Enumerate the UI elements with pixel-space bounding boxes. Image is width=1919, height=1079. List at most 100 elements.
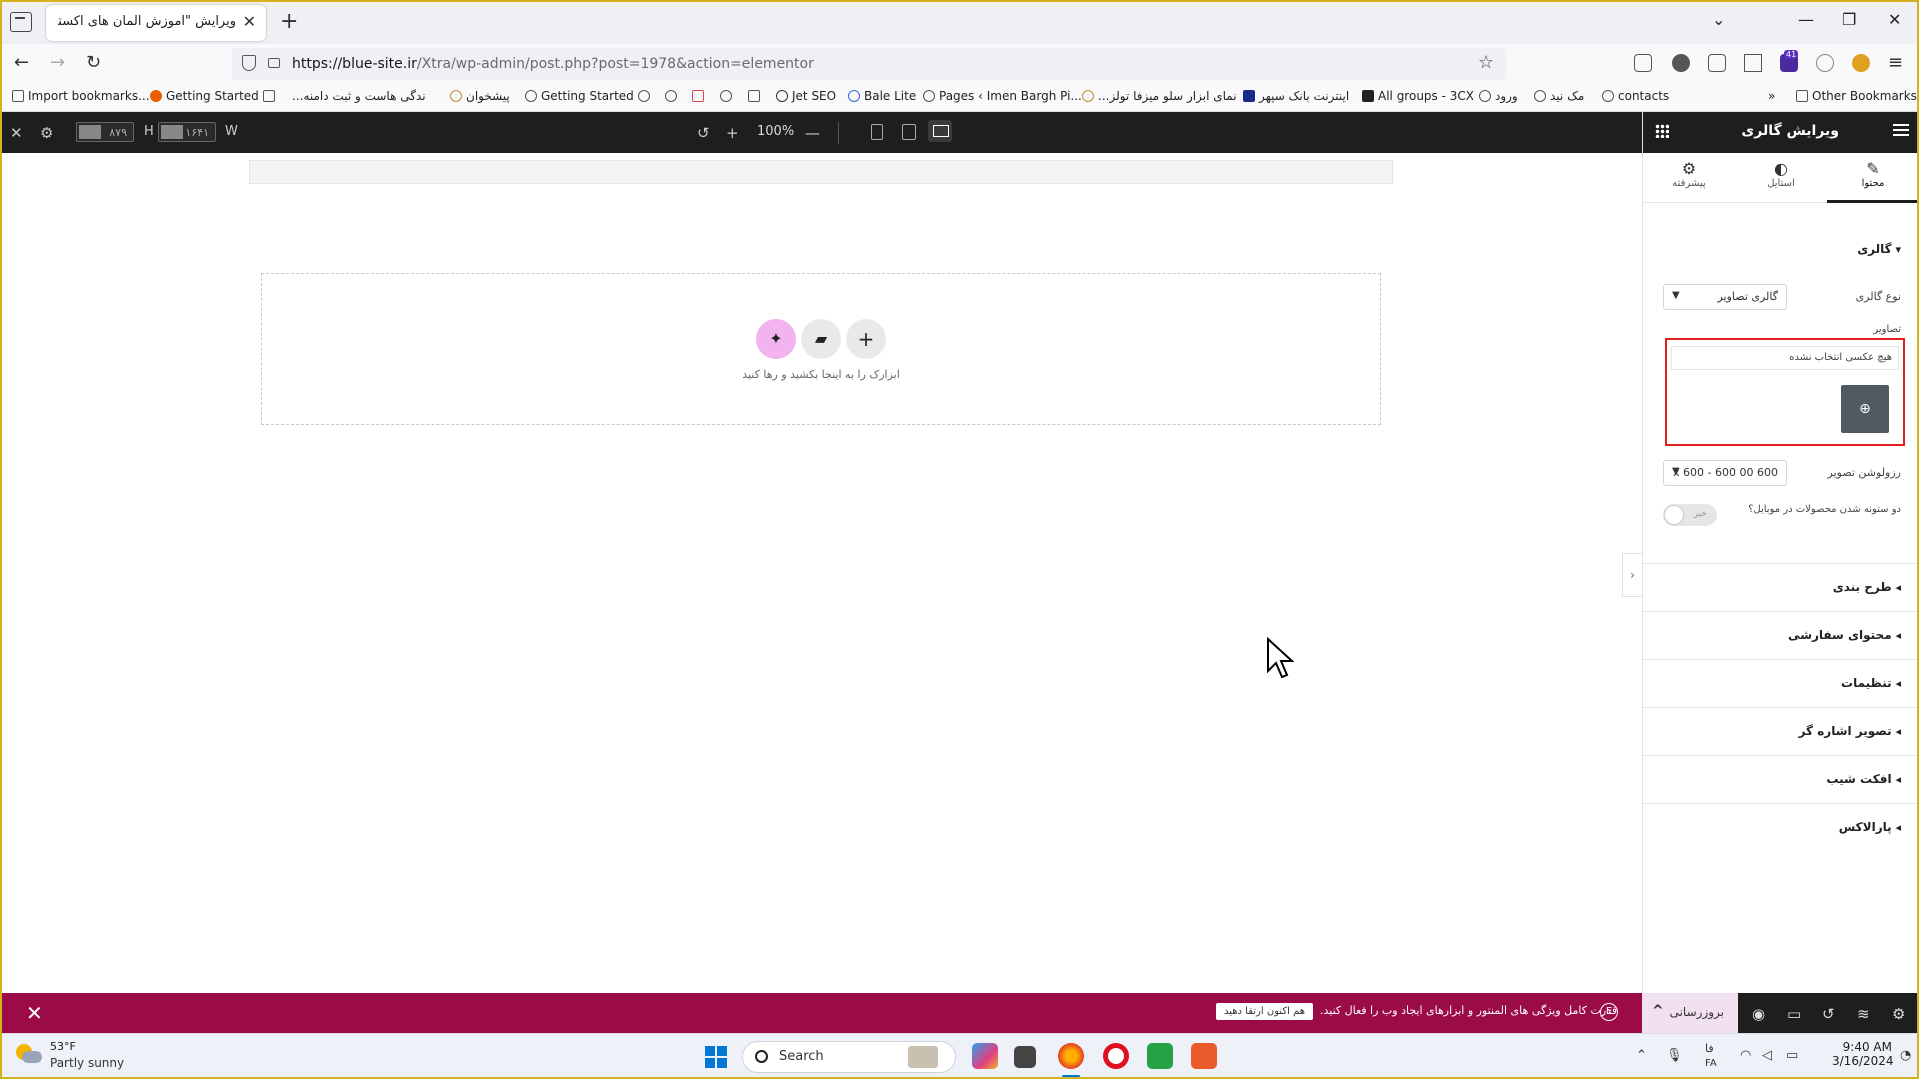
url-text[interactable]: https://blue-site.ir/Xtra/wp-admin/post.… (292, 56, 814, 72)
settings-gear-icon[interactable]: ⚙ (40, 124, 53, 142)
add-section-icon[interactable]: + (846, 319, 886, 359)
lock-icon[interactable] (268, 58, 280, 68)
camtasia-green-icon[interactable] (1147, 1043, 1173, 1069)
wifi-icon[interactable]: ◠ (1740, 1048, 1751, 1063)
accordion-layout[interactable]: طرح بندی (1643, 563, 1919, 611)
bookmark-item[interactable]: contacts (1602, 89, 1669, 103)
bookmark-item[interactable] (263, 89, 279, 103)
bookmark-item[interactable] (720, 89, 736, 103)
bookmark-item[interactable] (638, 89, 654, 103)
accordion-tilt-effect[interactable]: افکت شیب (1643, 755, 1919, 803)
bookmark-item[interactable]: اینترنت بانک سپهر (1243, 89, 1349, 103)
bookmark-item[interactable]: Pages ‹ Imen Bargh Pi... (923, 89, 1082, 103)
other-bookmarks[interactable]: Other Bookmarks (1796, 89, 1917, 103)
pocket-icon[interactable] (1634, 54, 1652, 72)
start-windows-icon[interactable] (705, 1046, 727, 1068)
promo-close-icon[interactable]: ✕ (26, 1001, 43, 1025)
tab-content[interactable]: ✎ محتوا (1827, 153, 1919, 203)
volume-icon[interactable]: ◁ (1762, 1048, 1772, 1063)
bookmark-item[interactable]: Getting Started (150, 89, 259, 103)
upgrade-now-button[interactable]: هم اکنون ارتقا دهید (1216, 1003, 1314, 1020)
search-highlight-icon[interactable] (908, 1046, 938, 1068)
mobile-device-icon[interactable] (871, 124, 883, 140)
bookmark-item[interactable] (748, 89, 764, 103)
mobile-columns-switch[interactable]: خیر (1663, 504, 1717, 526)
notifications-icon[interactable]: ◔ (1900, 1048, 1911, 1063)
close-window-icon[interactable]: ✕ (1888, 10, 1901, 29)
crop-icon[interactable] (1744, 54, 1762, 72)
bookmarks-overflow-icon[interactable]: » (1768, 89, 1775, 103)
weather-icon[interactable] (16, 1044, 42, 1064)
bookmark-item[interactable]: Import bookmarks... (12, 89, 150, 103)
bookmark-item[interactable]: All groups - 3CX (1362, 89, 1474, 103)
accordion-pointer-image[interactable]: تصویر اشاره گر (1643, 707, 1919, 755)
opera-icon[interactable] (1103, 1043, 1129, 1069)
browser-tab-active[interactable]: ویرایش "آموزش المان های اکسترا – ما ✕ (46, 5, 266, 41)
gear-ext-icon[interactable] (1852, 54, 1870, 72)
new-tab-icon[interactable]: + (280, 9, 298, 34)
firefox-taskbar-icon[interactable] (1058, 1043, 1084, 1069)
system-clock[interactable]: 9:40 AM 3/16/2024 (1832, 1040, 1894, 1068)
template-folder-icon[interactable]: ▰ (801, 319, 841, 359)
microphone-icon[interactable]: 🎙 (1666, 1048, 1683, 1063)
preview-eye-icon[interactable]: ◉ (1752, 1005, 1765, 1023)
navigator-layers-icon[interactable]: ≋ (1857, 1005, 1870, 1023)
copilot-icon[interactable] (972, 1043, 998, 1069)
input-language-bottom[interactable]: FA (1705, 1058, 1717, 1069)
input-language-top[interactable]: فا (1705, 1042, 1714, 1055)
bookmark-item[interactable]: ...نمای ابزار سلو میزفا تولز (1082, 89, 1237, 103)
camtasia-orange-icon[interactable] (1191, 1043, 1217, 1069)
bookmark-item[interactable]: Getting Started (525, 89, 634, 103)
tab-advanced[interactable]: ⚙ پیشرفته (1643, 153, 1735, 203)
history-icon[interactable]: ↺ (1822, 1005, 1835, 1023)
panel-menu-icon[interactable] (1893, 124, 1909, 136)
ai-sparkle-icon[interactable]: ✦ (756, 319, 796, 359)
panel-collapse-chevron-icon[interactable]: › (1622, 553, 1642, 597)
tab-overflow-chevron-icon[interactable]: ⌄ (1712, 10, 1725, 29)
reset-zoom-icon[interactable]: ↺ (697, 124, 710, 142)
responsive-icon[interactable]: ▭ (1787, 1005, 1801, 1023)
tablet-device-icon[interactable] (902, 124, 916, 140)
bookmark-item[interactable]: ...ندگی هاست و ثبت دامنه (292, 89, 426, 103)
tab-list-icon[interactable] (10, 12, 32, 32)
tab-style[interactable]: ◐ استایل (1735, 153, 1827, 203)
accordion-parallax[interactable]: پارالاکس (1643, 803, 1919, 851)
minimize-icon[interactable]: — (1798, 10, 1814, 29)
app-menu-icon[interactable]: ≡ (1888, 52, 1903, 73)
bookmark-item[interactable]: پیشخوان (450, 89, 510, 103)
bookmark-item[interactable] (692, 89, 708, 103)
extensions-icon[interactable] (1708, 54, 1726, 72)
file-explorer-icon[interactable] (1014, 1046, 1036, 1068)
reload-icon[interactable]: ↻ (86, 52, 101, 73)
zoom-out-icon[interactable]: — (805, 124, 820, 142)
width-input[interactable]: ۱۶۴۱ (158, 122, 216, 142)
canvas-header-section[interactable] (249, 160, 1393, 184)
widgets-grid-icon[interactable] (1655, 124, 1669, 138)
forward-icon[interactable]: → (50, 52, 65, 73)
bookmark-item[interactable]: Jet SEO (776, 89, 836, 103)
accordion-custom-content[interactable]: محتوای سفارشی (1643, 611, 1919, 659)
bookmark-item[interactable] (665, 89, 681, 103)
height-input[interactable]: ۸۷۹ (76, 122, 134, 142)
section-gallery-toggle[interactable]: گالری (1857, 242, 1901, 256)
bookmark-item[interactable]: مک نید (1534, 89, 1584, 103)
add-images-button[interactable]: ⊕ (1841, 385, 1889, 433)
widget-drop-zone[interactable]: ✦ ▰ + ابزارک را به اینجا بکشید و رها کنی… (261, 273, 1381, 425)
tracking-shield-icon[interactable] (242, 55, 256, 71)
account-icon[interactable] (1672, 54, 1690, 72)
restore-icon[interactable]: ❐ (1842, 10, 1856, 29)
update-button[interactable]: بروزرسانی (1642, 993, 1738, 1033)
resolution-select[interactable]: 600 x 600 - 600 00 ▼ (1663, 460, 1787, 486)
tray-overflow-icon[interactable]: ⌃ (1636, 1048, 1647, 1063)
bookmark-item[interactable]: Bale Lite (848, 89, 916, 103)
address-bar[interactable]: https://blue-site.ir/Xtra/wp-admin/post.… (232, 48, 1506, 80)
vpn-icon[interactable] (1816, 54, 1834, 72)
bookmark-star-icon[interactable]: ☆ (1478, 52, 1494, 73)
tab-close-icon[interactable]: ✕ (243, 12, 256, 31)
desktop-device-icon[interactable] (928, 120, 952, 142)
bookmark-item[interactable]: ورود (1479, 89, 1518, 103)
back-icon[interactable]: ← (14, 52, 29, 73)
gallery-type-select[interactable]: گالری تصاویر ▼ (1663, 284, 1787, 310)
zoom-in-icon[interactable]: + (726, 124, 739, 142)
accordion-settings[interactable]: تنظیمات (1643, 659, 1919, 707)
